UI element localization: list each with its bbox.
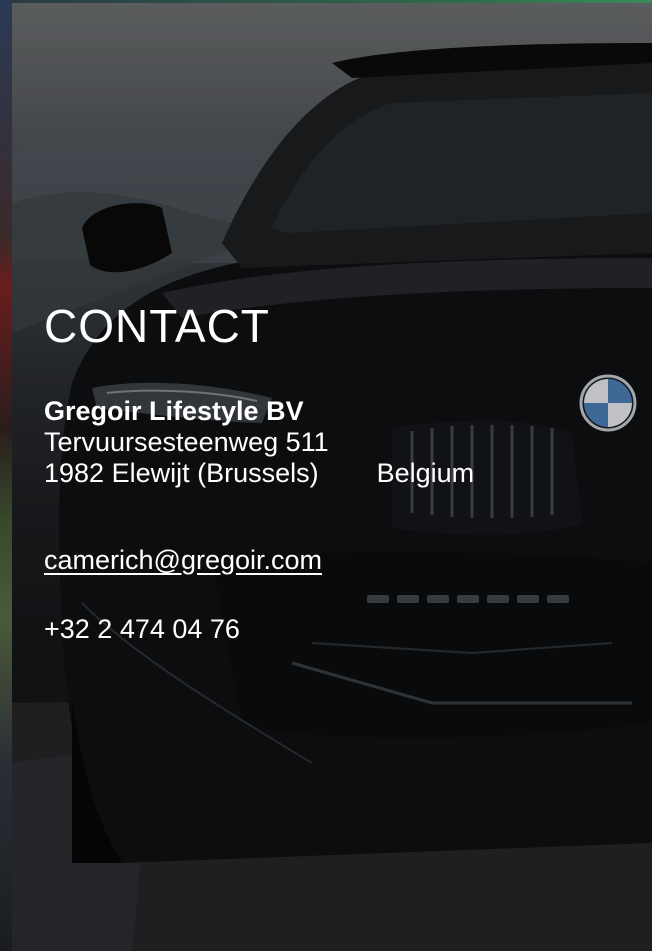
section-title: CONTACT	[44, 300, 270, 352]
country: Belgium	[376, 458, 475, 488]
city: 1982 Elewijt (Brussels)	[44, 458, 319, 488]
contact-info: CONTACT Gregoir Lifestyle BV Tervuursest…	[44, 300, 474, 645]
company-name: Gregoir Lifestyle BV	[44, 396, 304, 426]
city-line: 1982 Elewijt (Brussels) Belgium	[44, 458, 474, 489]
street-address: Tervuursesteenweg 511	[44, 427, 329, 457]
email-link[interactable]: camerich@gregoir.com	[44, 545, 322, 576]
address-block: Gregoir Lifestyle BV Tervuursesteenweg 5…	[44, 396, 474, 489]
phone-number[interactable]: +32 2 474 04 76	[44, 614, 474, 645]
contact-section: CONTACT Gregoir Lifestyle BV Tervuursest…	[0, 0, 652, 951]
adjacent-image-edge	[0, 0, 12, 951]
